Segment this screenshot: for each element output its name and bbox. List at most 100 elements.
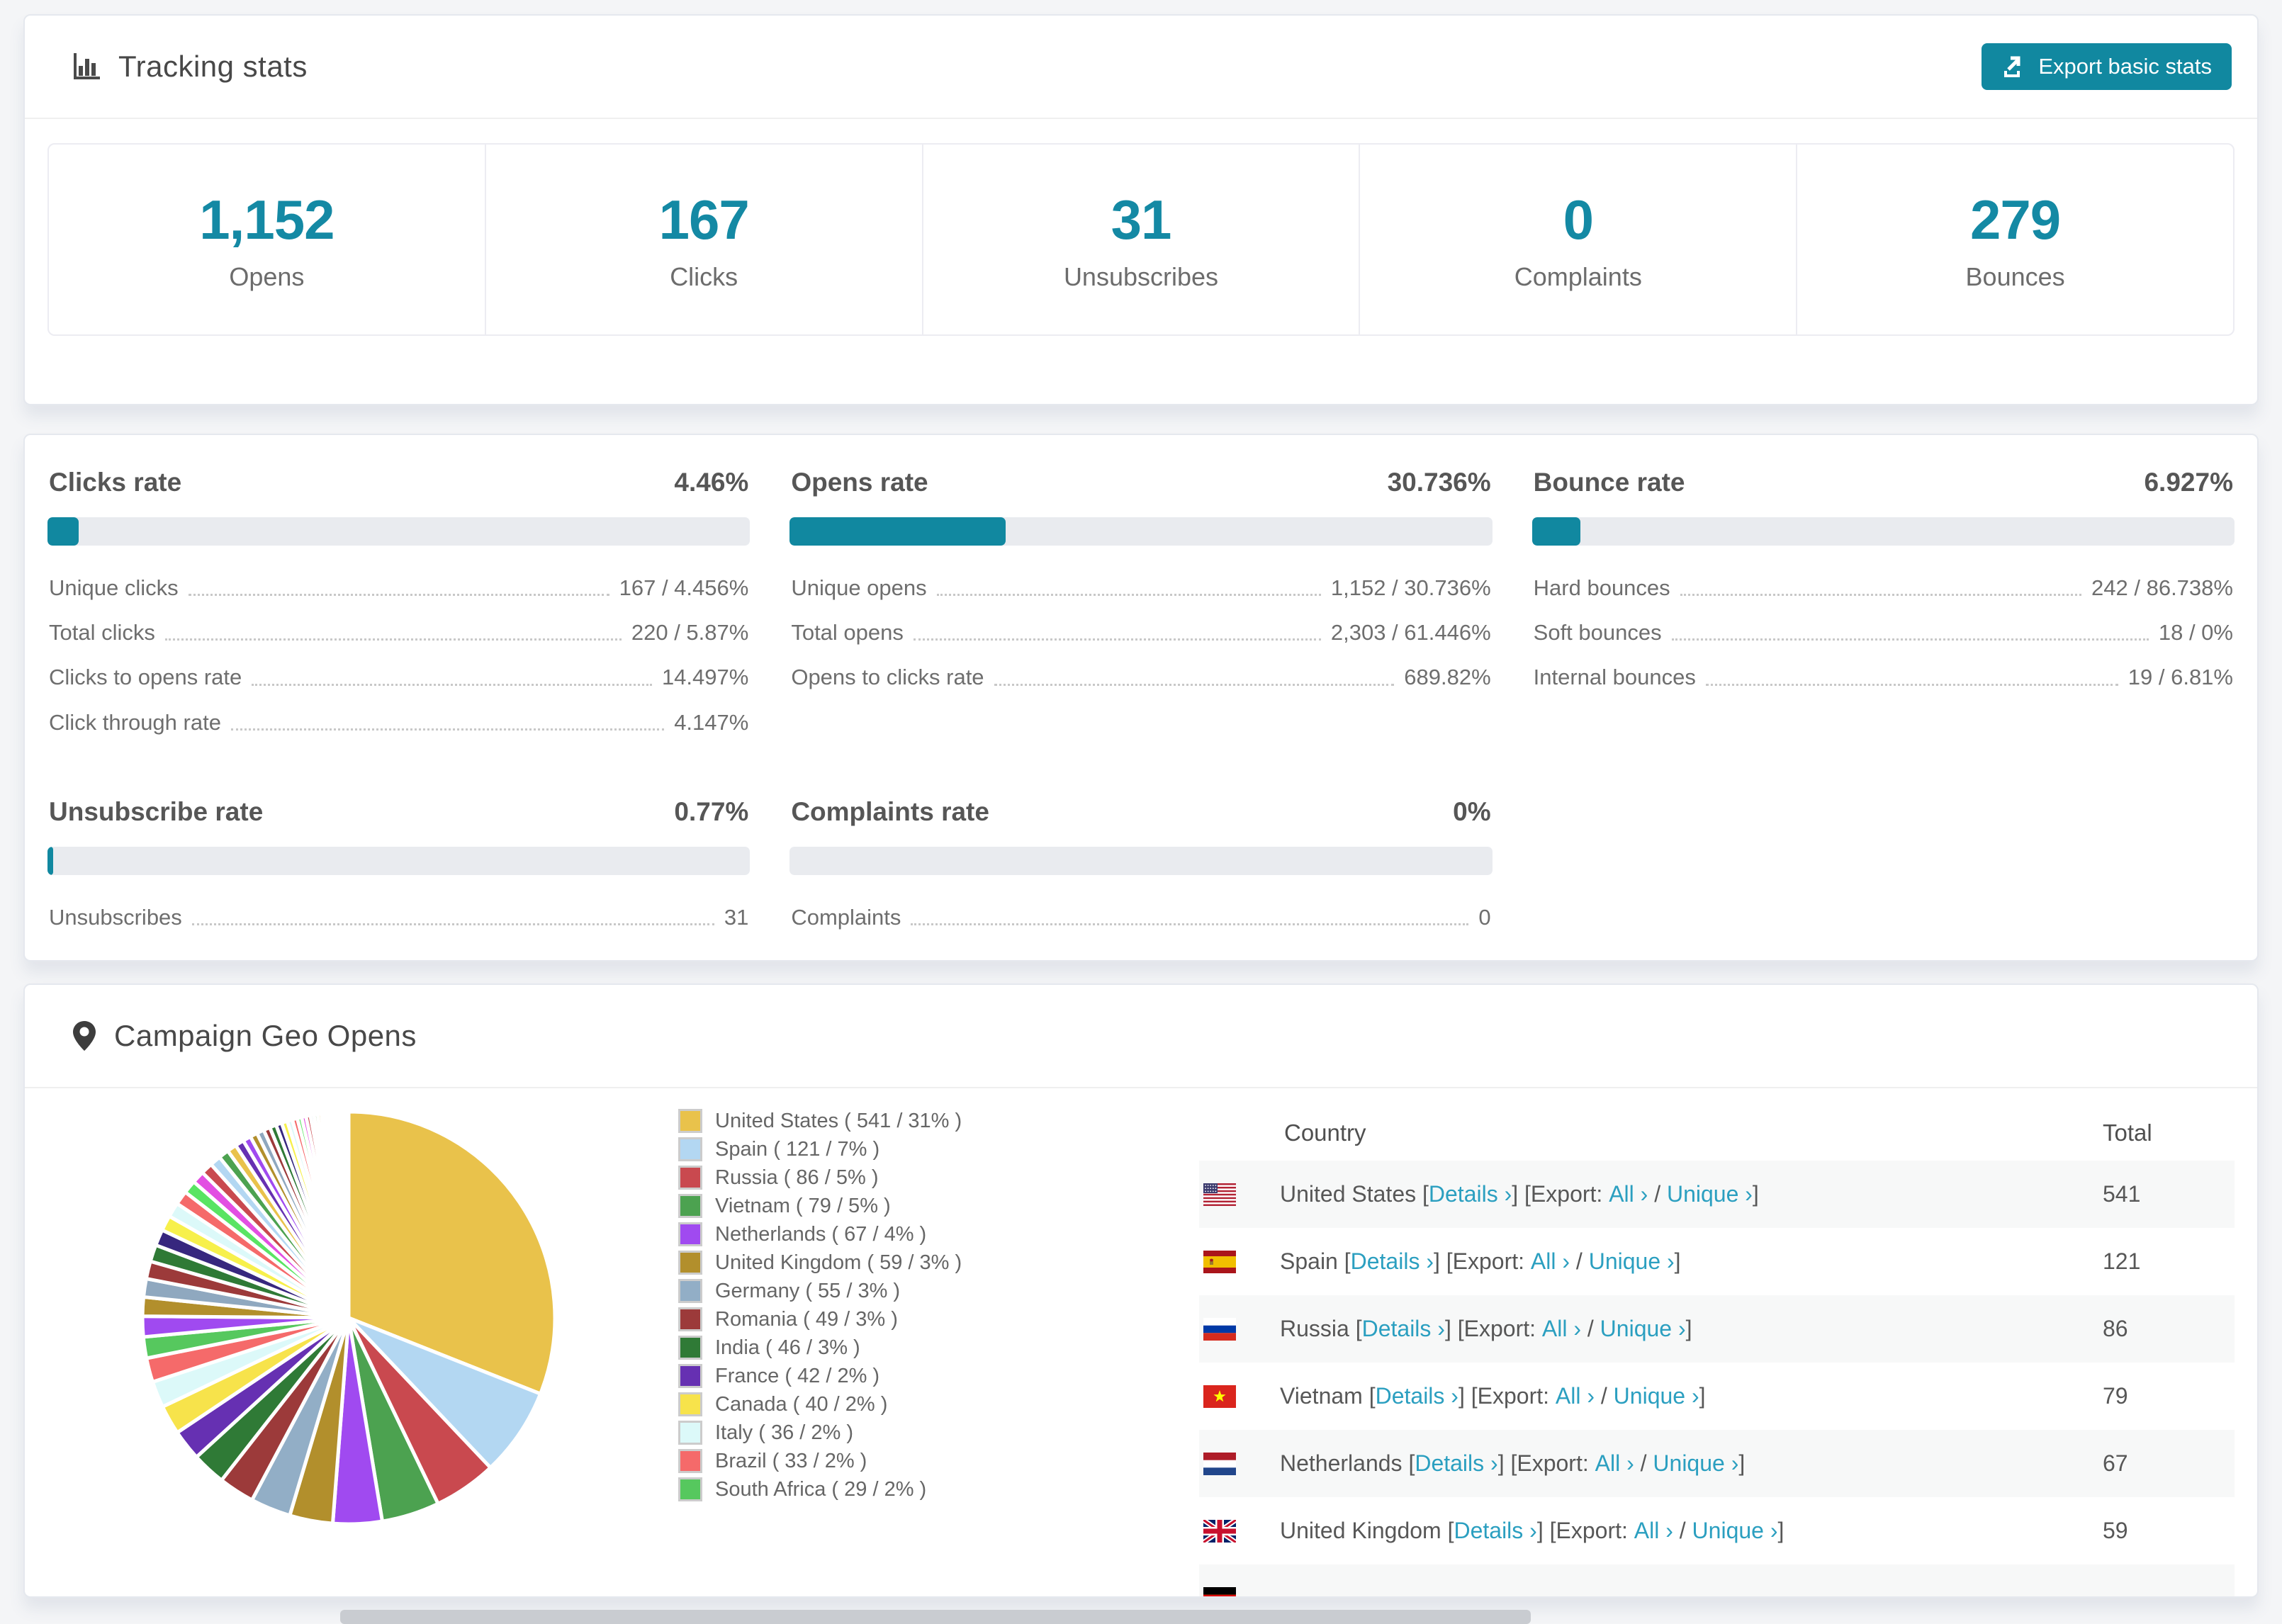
country-cell: Vietnam [Details ›] [Export: All › / Uni… bbox=[1199, 1383, 2103, 1409]
rate-row-value: 689.82% bbox=[1404, 665, 1491, 690]
bracket: ] bbox=[1699, 1383, 1706, 1409]
horizontal-scrollbar-thumb[interactable] bbox=[340, 1610, 1531, 1624]
flag-icon-us bbox=[1203, 1183, 1236, 1206]
legend-swatch bbox=[678, 1477, 702, 1501]
rate-row-opens-to-clicks-rate: Opens to clicks rate 689.82% bbox=[789, 655, 1492, 699]
total-cell: 67 bbox=[2103, 1450, 2128, 1476]
geo-table-row-vietnam[interactable]: Vietnam [Details ›] [Export: All › / Uni… bbox=[1199, 1363, 2235, 1430]
country-cell: Netherlands [Details ›] [Export: All › /… bbox=[1199, 1450, 2103, 1477]
legend-label: United States ( 541 / 31% ) bbox=[715, 1109, 962, 1132]
legend-item-france[interactable]: France ( 42 / 2% ) bbox=[678, 1362, 1075, 1390]
legend-swatch bbox=[678, 1166, 702, 1190]
rate-head: Unsubscribe rate 0.77% bbox=[49, 797, 748, 827]
rate-row-total-opens: Total opens 2,303 / 61.446% bbox=[789, 610, 1492, 655]
geo-title: Campaign Geo Opens bbox=[70, 1019, 417, 1053]
export-unique-link-united-states[interactable]: Unique › bbox=[1667, 1181, 1753, 1207]
legend-label: Vietnam ( 79 / 5% ) bbox=[715, 1194, 891, 1217]
progress-bar-fill bbox=[789, 517, 1006, 546]
legend-label: Spain ( 121 / 7% ) bbox=[715, 1137, 880, 1161]
rate-row-label: Clicks to opens rate bbox=[49, 665, 242, 690]
rate-row-soft-bounces: Soft bounces 18 / 0% bbox=[1532, 610, 2235, 655]
export-all-link-united-kingdom[interactable]: All › bbox=[1634, 1518, 1673, 1544]
export-all-link-united-states[interactable]: All › bbox=[1609, 1181, 1648, 1207]
geo-pie-chart bbox=[47, 1088, 650, 1596]
legend-item-canada[interactable]: Canada ( 40 / 2% ) bbox=[678, 1390, 1075, 1419]
export-unique-link-spain[interactable]: Unique › bbox=[1589, 1248, 1675, 1275]
legend-item-united-states[interactable]: United States ( 541 / 31% ) bbox=[678, 1107, 1075, 1135]
export-all-link-russia[interactable]: All › bbox=[1542, 1316, 1581, 1342]
export-all-link-spain[interactable]: All › bbox=[1531, 1248, 1570, 1275]
stat-label-complaints: Complaints bbox=[1514, 261, 1642, 291]
stat-box-complaints: 0 Complaints bbox=[1360, 145, 1798, 334]
bracket: ] [Export: bbox=[1444, 1316, 1542, 1341]
country-cell: United States [Details ›] [Export: All ›… bbox=[1199, 1181, 2103, 1207]
details-link-netherlands[interactable]: Details › bbox=[1415, 1450, 1497, 1477]
geo-table-row-russia[interactable]: Russia [Details ›] [Export: All › / Uniq… bbox=[1199, 1295, 2235, 1363]
export-unique-link-netherlands[interactable]: Unique › bbox=[1653, 1450, 1738, 1477]
export-unique-link-russia[interactable]: Unique › bbox=[1600, 1316, 1686, 1342]
export-all-link-vietnam[interactable]: All › bbox=[1556, 1383, 1595, 1409]
legend-item-india[interactable]: India ( 46 / 3% ) bbox=[678, 1333, 1075, 1362]
map-pin-icon bbox=[73, 1021, 96, 1051]
export-unique-link-united-kingdom[interactable]: Unique › bbox=[1692, 1518, 1778, 1544]
pie-legend: United States ( 541 / 31% ) Spain ( 121 /… bbox=[650, 1088, 1075, 1596]
progress-bar-track bbox=[47, 517, 751, 546]
bracket: ] [Export: bbox=[1497, 1450, 1595, 1476]
stat-value-clicks: 167 bbox=[658, 188, 750, 251]
geo-body: United States ( 541 / 31% ) Spain ( 121 /… bbox=[25, 1088, 2257, 1596]
geo-table-row-united-states[interactable]: United States [Details ›] [Export: All ›… bbox=[1199, 1161, 2235, 1228]
country-cell: Spain [Details ›] [Export: All › / Uniqu… bbox=[1199, 1248, 2103, 1275]
details-link-united-kingdom[interactable]: Details › bbox=[1454, 1518, 1536, 1544]
rate-row-complaints: Complaints 0 bbox=[789, 895, 1492, 940]
legend-item-south-africa[interactable]: South Africa ( 29 / 2% ) bbox=[678, 1475, 1075, 1504]
dotted-leader bbox=[252, 683, 652, 686]
legend-label: India ( 46 / 3% ) bbox=[715, 1336, 860, 1359]
legend-item-romania[interactable]: Romania ( 49 / 3% ) bbox=[678, 1305, 1075, 1333]
rate-value: 4.46% bbox=[674, 468, 749, 497]
stat-value-opens: 1,152 bbox=[199, 188, 335, 251]
export-all-link-netherlands[interactable]: All › bbox=[1595, 1450, 1634, 1477]
country-name: United Kingdom bbox=[1280, 1518, 1448, 1543]
legend-item-brazil[interactable]: Brazil ( 33 / 2% ) bbox=[678, 1447, 1075, 1475]
rate-row-label: Unique opens bbox=[791, 575, 927, 600]
geo-table-row-united-kingdom[interactable]: United Kingdom [Details ›] [Export: All … bbox=[1199, 1497, 2235, 1564]
details-link-russia[interactable]: Details › bbox=[1362, 1316, 1445, 1342]
pie-slice-58[interactable] bbox=[346, 1110, 351, 1320]
rate-row-internal-bounces: Internal bounces 19 / 6.81% bbox=[1532, 655, 2235, 699]
legend-item-russia[interactable]: Russia ( 86 / 5% ) bbox=[678, 1163, 1075, 1192]
rate-value: 0.77% bbox=[674, 796, 749, 826]
geo-table-row-partial-row[interactable] bbox=[1199, 1564, 2235, 1596]
geo-table-row-spain[interactable]: Spain [Details ›] [Export: All › / Uniqu… bbox=[1199, 1228, 2235, 1295]
stat-label-bounces: Bounces bbox=[1965, 261, 2065, 291]
legend-item-vietnam[interactable]: Vietnam ( 79 / 5% ) bbox=[678, 1192, 1075, 1220]
legend-item-spain[interactable]: Spain ( 121 / 7% ) bbox=[678, 1135, 1075, 1163]
rate-row-label: Unsubscribes bbox=[49, 904, 182, 930]
legend-swatch bbox=[678, 1421, 702, 1445]
details-link-united-states[interactable]: Details › bbox=[1429, 1181, 1512, 1207]
bracket: [ bbox=[1447, 1518, 1454, 1543]
stat-label-opens: Opens bbox=[229, 261, 305, 291]
slash: / bbox=[1648, 1181, 1667, 1207]
geo-table-row-netherlands[interactable]: Netherlands [Details ›] [Export: All › /… bbox=[1199, 1430, 2235, 1497]
rates-card: Clicks rate 4.46% Unique clicks 167 / 4.456… bbox=[23, 434, 2259, 962]
export-basic-stats-button[interactable]: Export basic stats bbox=[1982, 43, 2232, 90]
rate-head: Bounce rate 6.927% bbox=[1534, 468, 2233, 497]
legend-swatch bbox=[678, 1194, 702, 1218]
legend-label: South Africa ( 29 / 2% ) bbox=[715, 1477, 927, 1501]
flag-icon-vn bbox=[1203, 1385, 1236, 1408]
geo-table-header-country: Country bbox=[1284, 1120, 1366, 1146]
legend-swatch bbox=[678, 1392, 702, 1416]
legend-label: United Kingdom ( 59 / 3% ) bbox=[715, 1251, 962, 1274]
legend-item-united-kingdom[interactable]: United Kingdom ( 59 / 3% ) bbox=[678, 1248, 1075, 1277]
details-link-spain[interactable]: Details › bbox=[1351, 1248, 1434, 1275]
rate-row-label: Complaints bbox=[791, 904, 901, 930]
rate-row-label: Total clicks bbox=[49, 620, 155, 645]
export-unique-link-vietnam[interactable]: Unique › bbox=[1614, 1383, 1699, 1409]
legend-item-italy[interactable]: Italy ( 36 / 2% ) bbox=[678, 1419, 1075, 1447]
legend-item-germany[interactable]: Germany ( 55 / 3% ) bbox=[678, 1277, 1075, 1305]
legend-swatch bbox=[678, 1279, 702, 1303]
legend-swatch bbox=[678, 1222, 702, 1246]
slash: / bbox=[1634, 1450, 1653, 1476]
details-link-vietnam[interactable]: Details › bbox=[1376, 1383, 1458, 1409]
legend-item-netherlands[interactable]: Netherlands ( 67 / 4% ) bbox=[678, 1220, 1075, 1248]
